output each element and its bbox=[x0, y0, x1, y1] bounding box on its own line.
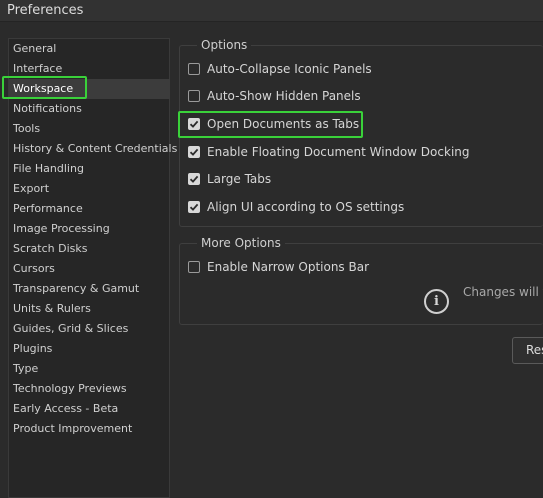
sidebar-item-scratch-disks[interactable]: Scratch Disks bbox=[9, 239, 170, 259]
sidebar-item-file-handling[interactable]: File Handling bbox=[9, 159, 170, 179]
checkbox-auto-collapse[interactable] bbox=[188, 63, 200, 75]
checkmark-icon bbox=[189, 148, 199, 156]
sidebar-item-notifications[interactable]: Notifications bbox=[9, 99, 170, 119]
sidebar-item-workspace[interactable]: Workspace bbox=[9, 79, 170, 99]
option-floating-docking-label: Enable Floating Document Window Docking bbox=[207, 145, 470, 159]
checkbox-align-ui[interactable] bbox=[188, 201, 200, 213]
restart-notice-text: Changes will ta bbox=[463, 285, 543, 299]
sidebar-item-export[interactable]: Export bbox=[9, 179, 170, 199]
sidebar-item-guides[interactable]: Guides, Grid & Slices bbox=[9, 319, 170, 339]
checkbox-narrow-options-bar[interactable] bbox=[188, 261, 200, 273]
sidebar-item-history[interactable]: History & Content Credentials bbox=[9, 139, 177, 159]
info-icon: i bbox=[424, 289, 449, 314]
option-auto-show-label: Auto-Show Hidden Panels bbox=[207, 89, 361, 103]
checkbox-large-tabs[interactable] bbox=[188, 173, 200, 185]
more-options-group bbox=[179, 243, 543, 325]
checkmark-icon bbox=[189, 120, 199, 128]
option-floating-docking[interactable]: Enable Floating Document Window Docking bbox=[188, 143, 470, 161]
checkmark-icon bbox=[189, 175, 199, 183]
option-narrow-options-bar-label: Enable Narrow Options Bar bbox=[207, 260, 370, 274]
option-auto-show[interactable]: Auto-Show Hidden Panels bbox=[188, 87, 361, 105]
more-options-group-title: More Options bbox=[197, 236, 285, 250]
checkmark-icon bbox=[189, 203, 199, 211]
option-align-ui[interactable]: Align UI according to OS settings bbox=[188, 198, 404, 216]
sidebar-item-technology-previews[interactable]: Technology Previews bbox=[9, 379, 170, 399]
checkbox-floating-docking[interactable] bbox=[188, 146, 200, 158]
checkbox-open-documents-tabs[interactable] bbox=[188, 118, 200, 130]
window-title: Preferences bbox=[7, 3, 84, 18]
options-group-title: Options bbox=[197, 38, 252, 52]
sidebar-item-tools[interactable]: Tools bbox=[9, 119, 170, 139]
reset-button[interactable]: Res bbox=[512, 337, 543, 364]
option-narrow-options-bar[interactable]: Enable Narrow Options Bar bbox=[188, 258, 369, 276]
sidebar-item-performance[interactable]: Performance bbox=[9, 199, 170, 219]
option-large-tabs[interactable]: Large Tabs bbox=[188, 170, 271, 188]
sidebar-item-type[interactable]: Type bbox=[9, 359, 170, 379]
option-open-documents-tabs-label: Open Documents as Tabs bbox=[207, 117, 360, 131]
option-auto-collapse-label: Auto-Collapse Iconic Panels bbox=[207, 62, 372, 76]
sidebar-item-interface[interactable]: Interface bbox=[9, 59, 170, 79]
sidebar-item-cursors[interactable]: Cursors bbox=[9, 259, 170, 279]
option-large-tabs-label: Large Tabs bbox=[207, 172, 272, 186]
sidebar-item-product-improvement[interactable]: Product Improvement bbox=[9, 419, 170, 439]
sidebar-item-early-access[interactable]: Early Access - Beta bbox=[9, 399, 170, 419]
title-bar: Preferences bbox=[0, 0, 543, 22]
checkbox-auto-show[interactable] bbox=[188, 90, 200, 102]
sidebar-item-image-processing[interactable]: Image Processing bbox=[9, 219, 170, 239]
option-align-ui-label: Align UI according to OS settings bbox=[207, 200, 405, 214]
sidebar-item-general[interactable]: General bbox=[9, 39, 170, 59]
preferences-sidebar: General Interface Workspace Notification… bbox=[8, 38, 177, 498]
option-open-documents-tabs[interactable]: Open Documents as Tabs bbox=[188, 115, 359, 133]
sidebar-item-transparency[interactable]: Transparency & Gamut bbox=[9, 279, 170, 299]
option-auto-collapse[interactable]: Auto-Collapse Iconic Panels bbox=[188, 60, 372, 78]
sidebar-item-units-rulers[interactable]: Units & Rulers bbox=[9, 299, 170, 319]
sidebar-item-plugins[interactable]: Plugins bbox=[9, 339, 170, 359]
